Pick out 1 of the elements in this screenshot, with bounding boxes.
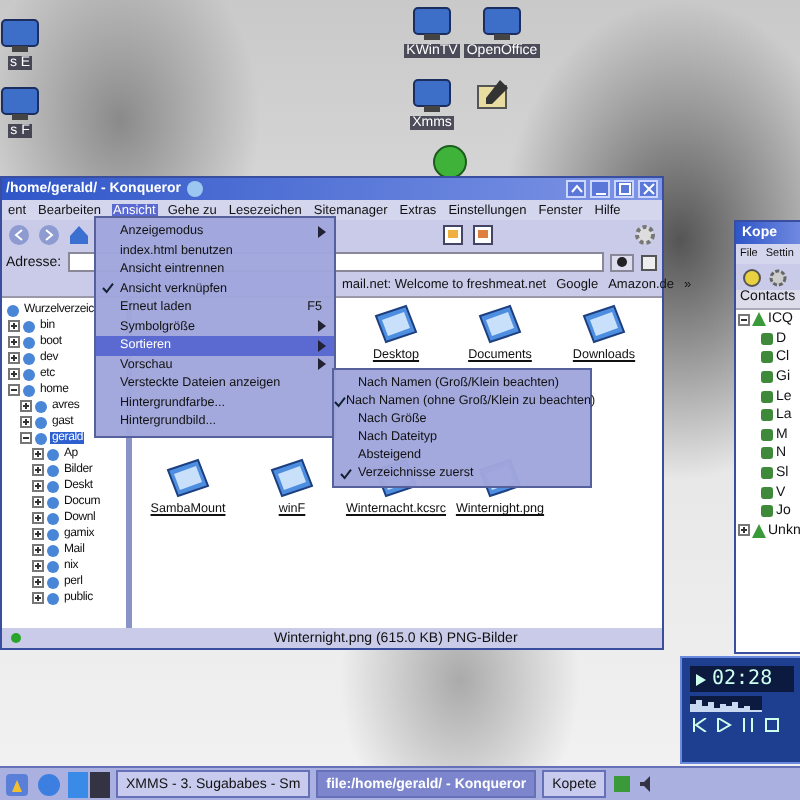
elapsed-time: 02:28 [712,668,773,690]
